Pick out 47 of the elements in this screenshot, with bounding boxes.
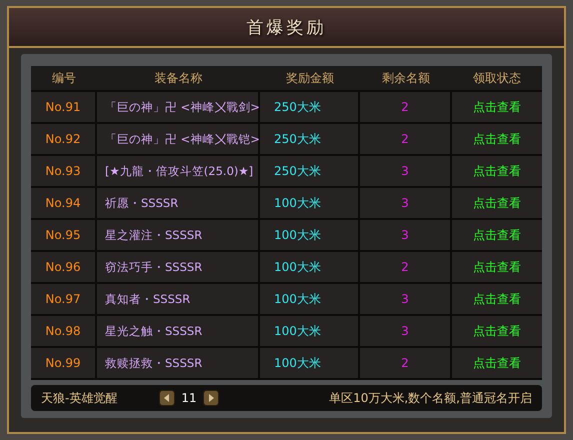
remaining-count: 2 xyxy=(401,260,409,274)
column-header: 剩余名额 xyxy=(382,70,430,86)
item-number: No.93 xyxy=(45,164,81,178)
event-notice: 单区10万大米,数个名额,普通冠名开启 xyxy=(329,390,532,406)
remaining-count: 3 xyxy=(401,292,409,306)
equipment-name: 「巨の神」卍 <神峰〤戰铠> xyxy=(105,132,260,146)
previous-page-button[interactable] xyxy=(159,390,176,406)
item-number: No.99 xyxy=(45,356,81,370)
equipment-name: 星之灌注・SSSSR xyxy=(105,228,202,242)
item-number: No.95 xyxy=(45,228,81,242)
remaining-count: 2 xyxy=(401,100,409,114)
remaining-count: 3 xyxy=(401,324,409,338)
reward-amount: 100大米 xyxy=(274,290,321,308)
reward-amount: 250大米 xyxy=(274,162,321,180)
item-number: No.91 xyxy=(45,100,81,114)
remaining-count: 3 xyxy=(401,196,409,210)
equipment-name: 祈愿・SSSSR xyxy=(105,196,178,210)
equipment-name: 星光之触・SSSSR xyxy=(105,324,202,338)
equipment-name: 「巨の神」卍 <神峰〤戰剑> xyxy=(105,100,260,114)
reward-amount: 100大米 xyxy=(274,226,321,244)
reward-amount: 100大米 xyxy=(274,194,321,212)
page-number: 11 xyxy=(181,391,197,405)
server-name: 天狼-英雄觉醒 xyxy=(41,390,118,406)
equipment-name: 真知者・SSSSR xyxy=(105,292,190,306)
column-header: 编号 xyxy=(52,70,76,86)
equipment-name: [★九龍・倍攻斗笠(25.0)★] xyxy=(105,164,254,178)
equipment-name: 窃法巧手・SSSSR xyxy=(105,260,202,274)
window-title: 首爆奖励 xyxy=(246,16,326,38)
reward-amount: 250大米 xyxy=(274,130,321,148)
next-page-button[interactable] xyxy=(202,390,219,406)
reward-amount: 100大米 xyxy=(274,258,321,276)
reward-amount: 100大米 xyxy=(274,322,321,340)
remaining-count: 2 xyxy=(401,356,409,370)
item-number: No.94 xyxy=(45,196,81,210)
item-number: No.97 xyxy=(45,292,81,306)
remaining-count: 2 xyxy=(401,132,409,146)
equipment-name: 救赎拯救・SSSSR xyxy=(105,356,202,370)
column-header: 领取状态 xyxy=(473,70,521,86)
item-number: No.98 xyxy=(45,324,81,338)
remaining-count: 3 xyxy=(401,164,409,178)
item-number: No.96 xyxy=(45,260,81,274)
item-number: No.92 xyxy=(45,132,81,146)
remaining-count: 3 xyxy=(401,228,409,242)
column-header: 奖励金额 xyxy=(286,70,334,86)
column-header: 装备名称 xyxy=(154,70,202,86)
reward-amount: 250大米 xyxy=(274,98,321,116)
reward-amount: 100大米 xyxy=(274,354,321,372)
